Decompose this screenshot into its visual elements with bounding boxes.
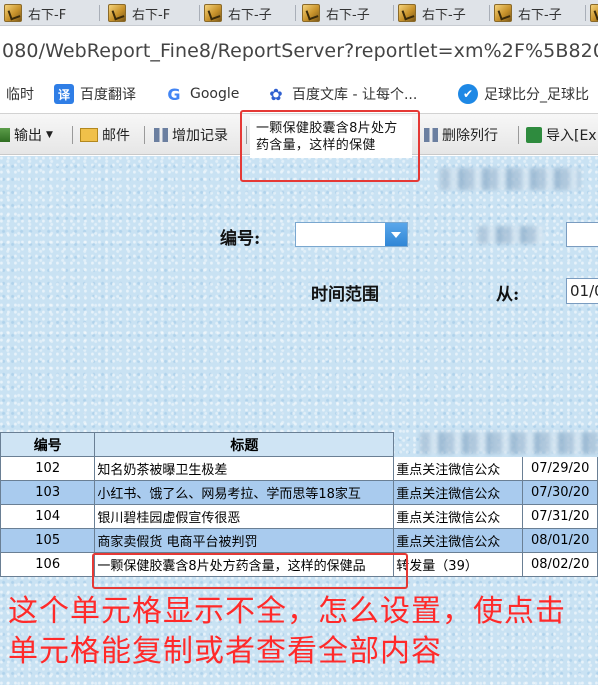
from-label: 从: [496,285,520,305]
cell-title[interactable]: 知名奶茶被曝卫生极差 [94,456,395,481]
from-date-input[interactable]: 01/0 [566,278,598,304]
tab-label: 右下-F [132,7,171,23]
cell-id[interactable]: 103 [0,480,96,505]
cell-title[interactable]: 商家卖假货 电商平台被判罚 [94,528,395,553]
browser-tab[interactable]: 右下-F [0,0,100,26]
cell-title[interactable]: 银川碧桂园虚假宣传很恶 [94,504,395,529]
cell-date[interactable]: 07/29/20 [522,456,598,481]
redacted-title [440,168,580,190]
bookmark-label: 百度文库 - 让每个... [292,87,418,103]
excel-icon [526,127,542,143]
bookmark-label: 临时 [6,87,34,103]
tab-favicon-icon [398,4,416,22]
dropdown-arrow-icon[interactable] [385,223,407,246]
tab-label: 右下-子 [326,7,370,23]
bookmark-label: 百度翻译 [80,87,136,103]
browser-tab[interactable]: 右下-子 [200,0,296,26]
tab-favicon-icon [204,4,222,22]
tab-favicon-icon [302,4,320,22]
bookmark-google[interactable]: G Google [164,75,239,113]
mail-button[interactable]: 邮件 [80,114,130,156]
add-record-icon [154,128,168,142]
bookmark-temp[interactable]: 临时 [6,75,34,113]
column-header-title: 标题 [94,432,395,457]
table-header-row: 编号 标题 [0,432,598,457]
tab-label: 右下-F [28,7,67,23]
cell-id[interactable]: 105 [0,528,96,553]
bookmark-baidu-wenku[interactable]: ✿ 百度文库 - 让每个... [266,75,417,113]
cell-id[interactable]: 104 [0,504,96,529]
browser-tab-strip: 右下-F 右下-F 右下-子 右下-子 右下-子 右下-子 [0,0,598,26]
address-bar[interactable]: 080/WebReport_Fine8/ReportServer?reportl… [0,27,598,75]
baidu-wenku-icon: ✿ [266,84,286,104]
cell-title[interactable]: 小红书、饿了么、网易考拉、学而思等18家互 [94,480,395,505]
column-header-source [394,433,523,457]
table-row[interactable]: 102 知名奶茶被曝卫生极差 重点关注微信公众 07/29/20 [0,456,598,481]
number-label: 编号: [220,229,261,249]
browser-tab[interactable]: 右下-子 [394,0,490,26]
baidu-translate-icon: 译 [54,84,74,104]
table-row[interactable]: 103 小红书、饿了么、网易考拉、学而思等18家互 重点关注微信公众 07/30… [0,480,598,505]
cell-id[interactable]: 106 [0,552,96,577]
tab-favicon-icon [590,4,598,22]
annotation-caption: 这个单元格显示不全，怎么设置，使点击单元格能复制或者查看全部内容 [8,594,566,669]
tab-favicon-icon [4,4,22,22]
cell-source[interactable]: 重点关注微信公众 [393,456,524,481]
tab-favicon-icon [108,4,126,22]
cell-date[interactable]: 08/02/20 [522,552,598,577]
import-button[interactable]: 导入[Ex [526,114,597,156]
tab-favicon-icon [494,4,512,22]
export-label: 输出 [14,128,42,144]
table-row[interactable]: 104 银川碧桂园虚假宣传很恶 重点关注微信公众 07/31/20 [0,504,598,529]
browser-tab[interactable] [586,0,598,26]
export-button[interactable]: 输出 ▼ [0,114,53,156]
cell-id[interactable]: 102 [0,456,96,481]
browser-tab[interactable]: 右下-F [104,0,200,26]
delete-row-label: 删除列行 [442,128,498,144]
tab-label: 右下-子 [422,7,466,23]
score-icon: ✔ [458,84,478,104]
google-icon: G [164,84,184,104]
bookmarks-bar: 临时 译百度翻译 G Google ✿ 百度文库 - 让每个... ✔ 足球比分_足球… [0,75,598,113]
bookmark-score[interactable]: ✔ 足球比分_足球比 [458,75,589,113]
import-label: 导入[Ex [546,128,597,144]
cell-date[interactable]: 08/01/20 [522,528,598,553]
cell-source[interactable]: 重点关注微信公众 [393,504,524,529]
cell-source[interactable]: 重点关注微信公众 [393,528,524,553]
bookmark-baidu-translate[interactable]: 译百度翻译 [54,75,136,113]
number-select[interactable] [295,222,408,247]
cell-source[interactable]: 重点关注微信公众 [393,480,524,505]
mail-label: 邮件 [102,128,130,144]
browser-tab[interactable]: 右下-子 [490,0,586,26]
cell-date[interactable]: 07/30/20 [522,480,598,505]
delete-row-icon [424,128,438,142]
table-row[interactable]: 105 商家卖假货 电商平台被判罚 重点关注微信公众 08/01/20 [0,528,598,553]
chevron-down-icon: ▼ [46,130,53,140]
export-icon [0,128,10,142]
annotation-box-cell [92,553,408,589]
delete-row-button[interactable]: 删除列行 [424,114,498,156]
tab-label: 右下-子 [228,7,272,23]
annotation-box-tooltip [240,110,420,182]
column-header-date [523,433,598,457]
browser-tab[interactable]: 右下-子 [298,0,394,26]
cell-source[interactable]: 转发量（39） [393,552,524,577]
redacted-label [478,226,544,244]
mail-icon [80,128,98,142]
bookmark-label: Google [190,86,240,102]
add-record-label: 增加记录 [172,128,228,144]
tab-label: 右下-子 [518,7,562,23]
time-range-label: 时间范围 [311,285,379,305]
cell-date[interactable]: 07/31/20 [522,504,598,529]
search-input[interactable] [566,222,598,247]
bookmark-label: 足球比分_足球比 [484,87,589,103]
add-record-button[interactable]: 增加记录 [154,114,228,156]
column-header-id: 编号 [0,432,96,457]
